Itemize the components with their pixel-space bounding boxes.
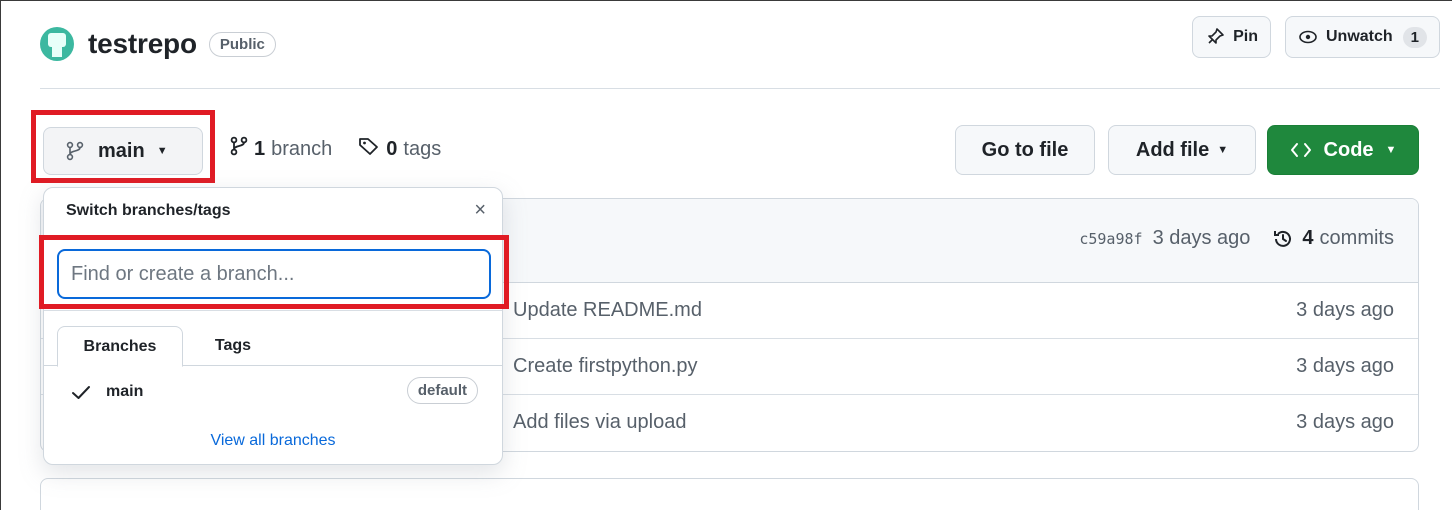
branches-link[interactable]: 1 branch (230, 136, 332, 162)
commits-word: commits (1319, 227, 1394, 249)
git-branch-icon (230, 136, 248, 162)
close-icon[interactable]: × (474, 200, 486, 220)
pin-icon (1205, 27, 1225, 47)
header-divider (40, 88, 1440, 89)
repo-header: testrepo Public (40, 24, 276, 64)
popover-title: Switch branches/tags (66, 202, 231, 219)
chevron-down-icon: ▼ (1217, 144, 1229, 156)
branch-list-name: main (106, 383, 144, 400)
highlight-box-branch (31, 110, 215, 183)
pin-button[interactable]: Pin (1192, 16, 1271, 58)
popover-divider (44, 310, 502, 311)
commit-sha[interactable]: c59a98f (1079, 230, 1142, 248)
commit-age: 3 days ago (1296, 355, 1394, 377)
branch-word: branch (271, 137, 333, 160)
commit-age: 3 days ago (1296, 299, 1394, 321)
branch-switch-popover: Switch branches/tags × Branches Tags mai… (43, 187, 503, 465)
tab-tags[interactable]: Tags (190, 326, 276, 366)
code-icon (1290, 141, 1312, 159)
chevron-down-icon: ▼ (1385, 144, 1397, 156)
repo-avatar[interactable] (40, 27, 74, 61)
code-button[interactable]: Code ▼ (1267, 125, 1419, 175)
tags-link[interactable]: 0 tags (358, 136, 441, 162)
commit-message[interactable]: Create firstpython.py (513, 355, 698, 378)
repo-actions: Pin Unwatch 1 (1192, 16, 1440, 58)
highlight-box-search (39, 235, 509, 309)
unwatch-label: Unwatch (1325, 28, 1393, 45)
tab-branches[interactable]: Branches (57, 326, 183, 367)
tag-count: 0 (386, 137, 398, 160)
watch-count: 1 (1402, 26, 1427, 48)
history-icon (1272, 228, 1294, 250)
eye-icon (1298, 27, 1318, 47)
commits-link[interactable]: 4 commits (1272, 227, 1394, 250)
go-to-file-button[interactable]: Go to file (955, 125, 1095, 175)
branch-list-item[interactable]: main default (44, 372, 502, 412)
default-badge: default (406, 377, 478, 404)
branch-count: 1 (254, 137, 266, 160)
popover-tabs: Branches Tags (44, 326, 502, 367)
unwatch-button[interactable]: Unwatch 1 (1284, 16, 1440, 58)
add-file-button[interactable]: Add file ▼ (1108, 125, 1256, 175)
commit-meta: c59a98f 3 days ago 4 commits (1079, 227, 1394, 250)
commit-time: 3 days ago (1152, 227, 1251, 249)
repo-name[interactable]: testrepo (88, 28, 197, 60)
pin-label: Pin (1233, 28, 1258, 45)
commit-age: 3 days ago (1296, 411, 1394, 433)
readme-box (40, 478, 1419, 510)
branch-tag-links: 1 branch 0 tags (230, 136, 467, 162)
commits-count: 4 (1302, 227, 1314, 249)
code-label: Code (1323, 138, 1374, 161)
check-icon (70, 381, 92, 403)
tag-icon (358, 136, 380, 162)
commit-message[interactable]: Add files via upload (513, 411, 686, 434)
visibility-badge: Public (208, 31, 276, 57)
view-all-branches-link[interactable]: View all branches (44, 432, 502, 450)
commit-message[interactable]: Update README.md (513, 299, 702, 322)
tag-word: tags (403, 137, 442, 160)
add-file-label: Add file (1135, 138, 1210, 161)
